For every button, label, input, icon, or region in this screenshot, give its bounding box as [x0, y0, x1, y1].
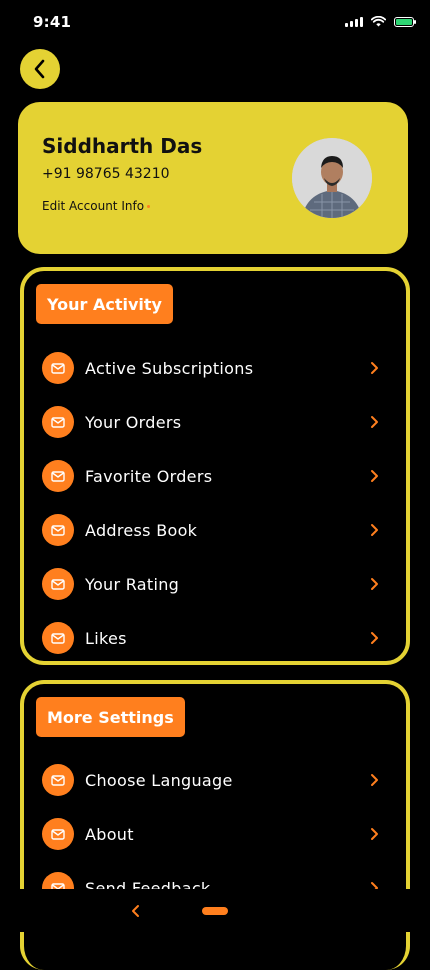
status-bar: 9:41: [0, 0, 430, 44]
mail-icon: [42, 818, 74, 850]
dot-icon: [147, 204, 151, 208]
menu-item-your-orders[interactable]: Your Orders: [42, 395, 388, 449]
edit-account-info-label: Edit Account Info: [42, 199, 145, 213]
menu-label: Your Rating: [85, 574, 180, 594]
menu-label: Active Subscriptions: [85, 358, 254, 378]
chevron-right-icon: [366, 772, 382, 788]
profile-phone: +91 98765 43210: [42, 166, 170, 182]
profile-name: Siddharth Das: [42, 134, 203, 158]
avatar[interactable]: [292, 138, 372, 218]
chevron-right-icon: [366, 360, 382, 376]
edit-account-info-link[interactable]: Edit Account Info: [42, 199, 151, 213]
menu-item-about[interactable]: About: [42, 807, 388, 861]
battery-icon: [394, 16, 416, 27]
status-time: 9:41: [33, 13, 72, 31]
menu-item-active-subscriptions[interactable]: Active Subscriptions: [42, 341, 388, 395]
cellular-signal-icon: [345, 16, 363, 27]
mail-icon: [42, 460, 74, 492]
back-button[interactable]: [20, 49, 60, 89]
mail-icon: [42, 764, 74, 796]
menu-label: About: [85, 824, 134, 844]
menu-label: Choose Language: [85, 770, 233, 790]
menu-item-choose-language[interactable]: Choose Language: [42, 753, 388, 807]
mail-icon: [42, 406, 74, 438]
chevron-right-icon: [366, 630, 382, 646]
mail-icon: [42, 568, 74, 600]
menu-label: Address Book: [85, 520, 198, 540]
bottom-nav-bar: [0, 889, 430, 932]
section-title-more-settings: More Settings: [36, 697, 185, 737]
profile-card: Siddharth Das +91 98765 43210 Edit Accou…: [18, 102, 408, 254]
chevron-left-icon: [132, 905, 139, 917]
activity-menu-list: Active Subscriptions Your Orders Favorit…: [42, 341, 388, 665]
section-title-your-activity: Your Activity: [36, 284, 173, 324]
wifi-icon: [371, 16, 386, 27]
your-activity-section: Your Activity Active Subscriptions Your …: [20, 267, 410, 665]
chevron-right-icon: [366, 468, 382, 484]
chevron-right-icon: [366, 414, 382, 430]
menu-label: Your Orders: [85, 412, 182, 432]
chevron-right-icon: [366, 826, 382, 842]
menu-label: Favorite Orders: [85, 466, 213, 486]
home-indicator[interactable]: [202, 907, 228, 915]
chevron-right-icon: [366, 522, 382, 538]
menu-item-favorite-orders[interactable]: Favorite Orders: [42, 449, 388, 503]
nav-back-button[interactable]: [128, 903, 144, 919]
mail-icon: [42, 514, 74, 546]
mail-icon: [42, 352, 74, 384]
menu-item-your-rating[interactable]: Your Rating: [42, 557, 388, 611]
menu-item-likes[interactable]: Likes: [42, 611, 388, 665]
chevron-right-icon: [366, 576, 382, 592]
status-icons: [345, 16, 416, 27]
avatar-image: [292, 138, 372, 218]
menu-item-address-book[interactable]: Address Book: [42, 503, 388, 557]
menu-label: Likes: [85, 628, 127, 648]
mail-icon: [42, 622, 74, 654]
chevron-left-icon: [34, 59, 45, 79]
